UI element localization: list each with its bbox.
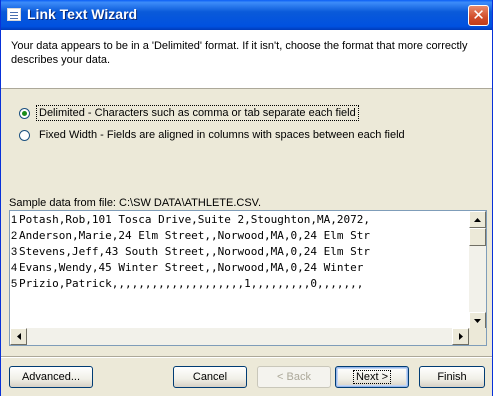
arrow-up-icon xyxy=(474,217,481,222)
button-separator xyxy=(1,356,492,358)
row-text: Stevens,Jeff,43 South Street,,Norwood,MA… xyxy=(19,245,370,258)
row-number: 2 xyxy=(11,230,18,242)
wizard-window-icon xyxy=(7,8,21,21)
horizontal-scrollbar[interactable] xyxy=(10,328,469,345)
finish-button-label: Finish xyxy=(437,371,467,383)
scrollbar-corner xyxy=(469,328,486,345)
scroll-right-button[interactable] xyxy=(452,328,469,345)
sample-row: 2 Anderson,Marie,24 Elm Street,,Norwood,M… xyxy=(11,228,469,244)
scroll-down-button[interactable] xyxy=(469,312,486,329)
advanced-button[interactable]: Advanced... xyxy=(9,366,93,388)
close-icon: ✕ xyxy=(472,6,485,24)
sample-row: 3 Stevens,Jeff,43 South Street,,Norwood,M… xyxy=(11,244,469,260)
delimited-radio[interactable] xyxy=(19,107,30,119)
sample-data-label: Sample data from file: C:\SW DATA\ATHLET… xyxy=(9,197,262,209)
title-bar[interactable]: Link Text Wizard ✕ xyxy=(1,0,492,30)
back-button-label: < Back xyxy=(277,371,311,383)
delimited-option[interactable]: Delimited - Characters such as comma or … xyxy=(19,105,359,121)
sample-row xyxy=(11,308,469,324)
sample-data-preview[interactable]: 1 Potash,Rob,101 Tosca Drive,Suite 2,Stou… xyxy=(9,210,487,346)
row-number: 3 xyxy=(11,246,18,258)
cancel-button[interactable]: Cancel xyxy=(173,366,247,388)
arrow-down-icon xyxy=(474,318,481,323)
vertical-scrollbar[interactable] xyxy=(469,211,486,329)
sample-row: 4 Evans,Wendy,45 Winter Street,,Norwood,M… xyxy=(11,260,469,276)
close-button[interactable]: ✕ xyxy=(468,5,489,26)
scroll-left-button[interactable] xyxy=(10,328,27,345)
format-description: Your data appears to be in a 'Delimited'… xyxy=(11,40,468,66)
row-text: Anderson,Marie,24 Elm Street,,Norwood,MA… xyxy=(19,229,370,242)
row-text: Potash,Rob,101 Tosca Drive,Suite 2,Stoug… xyxy=(19,213,370,226)
window-title: Link Text Wizard xyxy=(27,6,138,22)
next-button[interactable]: Next > xyxy=(335,366,409,388)
sample-rows: 1 Potash,Rob,101 Tosca Drive,Suite 2,Stou… xyxy=(11,212,469,325)
fixed-width-label[interactable]: Fixed Width - Fields are aligned in colu… xyxy=(37,128,407,142)
wizard-header: Your data appears to be in a 'Delimited'… xyxy=(1,30,492,89)
row-number: 4 xyxy=(11,262,18,274)
arrow-right-icon xyxy=(458,333,463,340)
sample-row: 5 Prizio,Patrick,,,,,,,,,,,,,,,,,,,,1,,,,… xyxy=(11,276,469,292)
sample-row: 1 Potash,Rob,101 Tosca Drive,Suite 2,Stou… xyxy=(11,212,469,228)
wizard-window: Link Text Wizard ✕ Your data appears to … xyxy=(0,0,493,396)
arrow-left-icon xyxy=(16,333,21,340)
back-button[interactable]: < Back xyxy=(257,366,331,388)
next-button-label: Next > xyxy=(352,370,392,384)
scroll-up-button[interactable] xyxy=(469,211,486,228)
sample-row xyxy=(11,292,469,308)
row-text: Evans,Wendy,45 Winter Street,,Norwood,MA… xyxy=(19,261,364,274)
row-number: 5 xyxy=(11,278,18,290)
delimited-label[interactable]: Delimited - Characters such as comma or … xyxy=(36,105,359,121)
fixed-width-radio[interactable] xyxy=(19,129,30,141)
vertical-scroll-thumb[interactable] xyxy=(469,228,486,246)
advanced-button-label: Advanced... xyxy=(21,371,81,383)
row-number: 1 xyxy=(11,214,18,226)
fixed-width-option[interactable]: Fixed Width - Fields are aligned in colu… xyxy=(19,128,407,142)
cancel-button-label: Cancel xyxy=(192,371,228,383)
row-text: Prizio,Patrick,,,,,,,,,,,,,,,,,,,,1,,,,,… xyxy=(19,277,364,290)
finish-button[interactable]: Finish xyxy=(419,366,485,388)
format-options: Delimited - Characters such as comma or … xyxy=(19,100,479,152)
